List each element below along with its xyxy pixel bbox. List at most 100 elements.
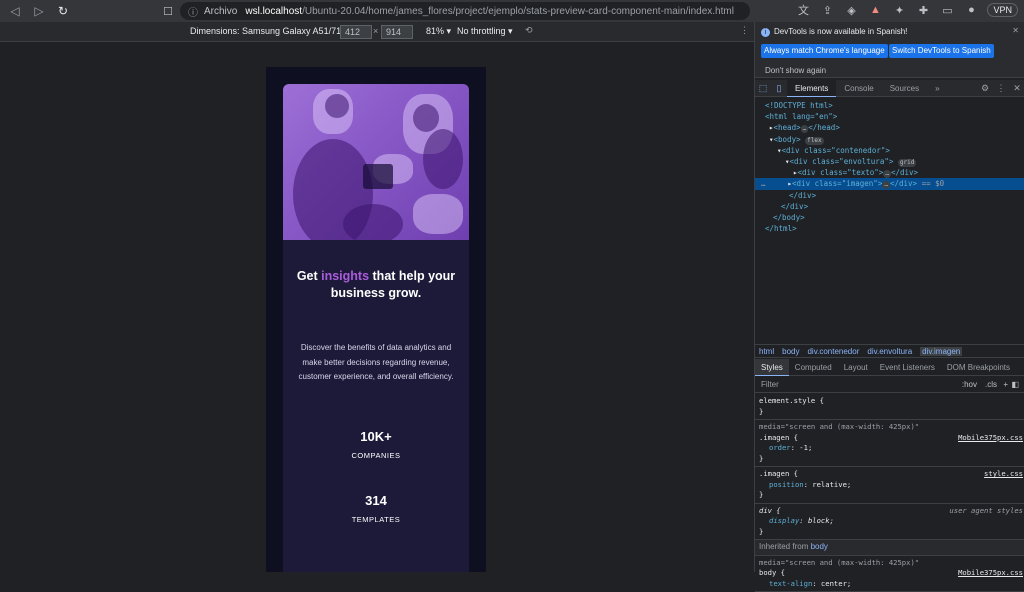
stat-companies: 10K+ COMPANIES bbox=[283, 429, 469, 460]
headline-accent: insights bbox=[321, 269, 369, 283]
rule-imagen-mobile[interactable]: media="screen and (max-width: 425px)" Mo… bbox=[755, 420, 1024, 467]
hero-image bbox=[283, 84, 469, 240]
more-tabs-icon[interactable]: » bbox=[927, 80, 947, 97]
dom-body[interactable]: ▾<body> flex bbox=[755, 134, 1024, 145]
dom-envoltura[interactable]: ▾<div class="envoltura"> grid bbox=[755, 156, 1024, 167]
tab-sources[interactable]: Sources bbox=[882, 80, 927, 97]
dom-close-body[interactable]: </body> bbox=[755, 212, 1024, 223]
dont-show-again-link[interactable]: Don't show again bbox=[765, 66, 826, 75]
device-toolbar: Dimensions: Samsung Galaxy A51/71 ▾ 412 … bbox=[0, 22, 754, 42]
dom-head[interactable]: ▸<head>…</head> bbox=[755, 122, 1024, 133]
ua-label: user agent styles bbox=[949, 506, 1023, 517]
dom-doctype[interactable]: <!DOCTYPE html> bbox=[755, 100, 1024, 111]
forward-icon[interactable]: ▷ bbox=[30, 2, 48, 20]
breadcrumb-body[interactable]: body bbox=[782, 347, 799, 356]
protocol-label: Archivo bbox=[204, 6, 237, 17]
flex-badge[interactable]: flex bbox=[805, 137, 823, 145]
dom-texto[interactable]: ▸<div class="texto">…</div> bbox=[755, 167, 1024, 178]
rule-div-ua[interactable]: user agent styles div { display: block; … bbox=[755, 504, 1024, 541]
brave-shield-icon[interactable]: ◈ bbox=[843, 2, 859, 18]
breadcrumb-html[interactable]: html bbox=[759, 347, 774, 356]
rule-body-mobile[interactable]: media="screen and (max-width: 425px)" Mo… bbox=[755, 556, 1024, 592]
rule-imagen-style[interactable]: style.css .imagen { position: relative; … bbox=[755, 467, 1024, 504]
stat-templates: 314 TEMPLATES bbox=[283, 493, 469, 524]
browser-toolbar: ◁ ▷ ↻ ☐ ⓘ Archivo wsl.localhost /Ubuntu-… bbox=[0, 0, 1024, 22]
rotate-icon[interactable]: ⟲ bbox=[525, 25, 533, 36]
close-icon[interactable]: ✕ bbox=[1009, 80, 1024, 97]
language-notice: i DevTools is now available in Spanish! ✕… bbox=[755, 22, 1024, 78]
dom-tree: <!DOCTYPE html> <html lang="en"> ▸<head>… bbox=[755, 100, 1024, 234]
stat-number: 314 bbox=[283, 493, 469, 508]
device-selector[interactable]: Dimensions: Samsung Galaxy A51/71 ▾ bbox=[190, 26, 348, 37]
toggle-sidebar-icon[interactable]: ◧ bbox=[1011, 377, 1019, 393]
inspect-icon[interactable]: ⬚ bbox=[755, 80, 771, 97]
window-icon[interactable]: ▭ bbox=[939, 2, 955, 18]
profile-icon[interactable]: ● bbox=[963, 2, 979, 18]
styles-rules: element.style { } media="screen and (max… bbox=[755, 394, 1024, 592]
hov-toggle[interactable]: :hov bbox=[962, 377, 977, 393]
tab-layout[interactable]: Layout bbox=[838, 359, 874, 376]
match-language-button[interactable]: Always match Chrome's language bbox=[761, 44, 888, 58]
device-toggle-icon[interactable]: ▯ bbox=[771, 80, 787, 97]
devtools-panel: i DevTools is now available in Spanish! ✕… bbox=[754, 22, 1024, 572]
vpn-button[interactable]: VPN bbox=[987, 3, 1018, 17]
switch-language-button[interactable]: Switch DevTools to Spanish bbox=[889, 44, 994, 58]
new-rule-button[interactable]: + bbox=[1003, 377, 1008, 393]
notice-text: DevTools is now available in Spanish! bbox=[774, 27, 907, 36]
share-icon[interactable]: ⇪ bbox=[819, 2, 835, 18]
tab-elements[interactable]: Elements bbox=[787, 80, 836, 97]
grid-badge[interactable]: grid bbox=[898, 159, 916, 167]
info-icon: i bbox=[761, 28, 770, 37]
rule-element-style[interactable]: element.style { } bbox=[755, 394, 1024, 420]
translate-icon[interactable]: 文 bbox=[795, 2, 811, 18]
times-icon: × bbox=[373, 26, 378, 36]
reload-icon[interactable]: ↻ bbox=[54, 2, 72, 20]
puzzle-icon[interactable]: ✚ bbox=[915, 2, 931, 18]
dom-imagen[interactable]: …▸<div class="imagen">…</div> == $0 bbox=[755, 178, 1024, 189]
stat-number: 10K+ bbox=[283, 429, 469, 444]
more-icon[interactable]: ⋮ bbox=[993, 80, 1009, 97]
source-link[interactable]: Mobile375px.css bbox=[958, 433, 1023, 444]
width-input[interactable]: 412 bbox=[340, 25, 372, 39]
url-path: /Ubuntu-20.04/home/james_flores/project/… bbox=[302, 6, 734, 17]
url-host: wsl.localhost bbox=[245, 6, 302, 17]
tab-event-listeners[interactable]: Event Listeners bbox=[874, 359, 941, 376]
dom-close-contenedor[interactable]: </div> bbox=[755, 201, 1024, 212]
bookmark-icon[interactable]: ☐ bbox=[160, 3, 176, 19]
back-icon[interactable]: ◁ bbox=[6, 2, 24, 20]
more-options-icon[interactable]: ⋮ bbox=[740, 25, 749, 36]
source-link[interactable]: style.css bbox=[984, 469, 1023, 480]
info-icon[interactable]: ⓘ bbox=[188, 4, 198, 19]
dom-contenedor[interactable]: ▾<div class="contenedor"> bbox=[755, 145, 1024, 156]
address-bar[interactable]: ⓘ Archivo wsl.localhost /Ubuntu-20.04/ho… bbox=[180, 2, 750, 20]
breadcrumb-imagen[interactable]: div.imagen bbox=[920, 347, 962, 356]
extension-icon[interactable]: ✦ bbox=[891, 2, 907, 18]
zoom-selector[interactable]: 81% ▾ bbox=[426, 26, 451, 37]
styles-filter-input[interactable]: Filter :hov .cls + ◧ bbox=[755, 377, 1024, 393]
card-headline: Get insights that help your business gro… bbox=[283, 268, 469, 302]
throttling-selector[interactable]: No throttling ▾ bbox=[457, 26, 513, 37]
dom-close-html[interactable]: </html> bbox=[755, 223, 1024, 234]
tab-styles[interactable]: Styles bbox=[755, 359, 789, 376]
cls-toggle[interactable]: .cls bbox=[985, 377, 997, 393]
rewards-icon[interactable]: ▲ bbox=[867, 2, 883, 18]
inherited-from: Inherited from body bbox=[755, 540, 1024, 556]
page-viewport: Get insights that help your business gro… bbox=[0, 42, 754, 572]
styles-tabs: Styles Computed Layout Event Listeners D… bbox=[755, 359, 1024, 376]
close-icon[interactable]: ✕ bbox=[1012, 26, 1019, 35]
dom-close-envoltura[interactable]: </div> bbox=[755, 190, 1024, 201]
tab-dom-breakpoints[interactable]: DOM Breakpoints bbox=[941, 359, 1016, 376]
inherited-body-link[interactable]: body bbox=[811, 542, 828, 551]
breadcrumb-envoltura[interactable]: div.envoltura bbox=[867, 347, 912, 356]
source-link[interactable]: Mobile375px.css bbox=[958, 568, 1023, 579]
stat-label: TEMPLATES bbox=[283, 515, 469, 524]
breadcrumb: html body div.contenedor div.envoltura d… bbox=[755, 344, 1024, 358]
gear-icon[interactable]: ⚙ bbox=[977, 80, 993, 97]
height-input[interactable]: 914 bbox=[381, 25, 413, 39]
card-description: Discover the benefits of data analytics … bbox=[297, 341, 455, 385]
tab-console[interactable]: Console bbox=[836, 80, 881, 97]
breadcrumb-contenedor[interactable]: div.contenedor bbox=[807, 347, 859, 356]
dom-html[interactable]: <html lang="en"> bbox=[755, 111, 1024, 122]
stat-label: COMPANIES bbox=[283, 451, 469, 460]
tab-computed[interactable]: Computed bbox=[789, 359, 838, 376]
